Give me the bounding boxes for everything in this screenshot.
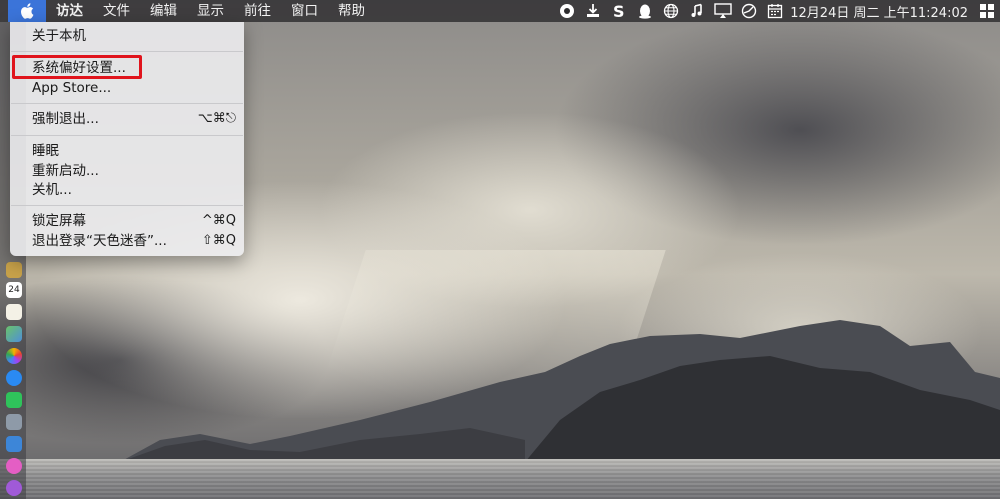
podcasts-icon[interactable] <box>6 480 22 496</box>
menu-bar: 访达 文件 编辑 显示 前往 窗口 帮助 S 12月24日 周二 上午11:24… <box>0 0 1000 22</box>
menu-items: 访达 文件 编辑 显示 前往 窗口 帮助 <box>46 0 375 22</box>
menu-finder[interactable]: 访达 <box>46 0 93 22</box>
menu-item-sleep[interactable]: 睡眠 <box>10 141 244 161</box>
menu-item-label: 退出登录“天色迷香”... <box>32 233 167 249</box>
menu-item-lock-screen[interactable]: 锁定屏幕 ^⌘Q <box>10 211 244 231</box>
notes-icon[interactable] <box>6 262 22 278</box>
menu-item-restart[interactable]: 重新启动... <box>10 161 244 181</box>
menu-item-shortcut: ^⌘Q <box>201 213 236 228</box>
sea <box>0 459 1000 499</box>
svg-text:S: S <box>613 3 625 19</box>
keynote-icon[interactable] <box>6 436 22 452</box>
photos-icon[interactable] <box>6 348 22 364</box>
globe-icon[interactable] <box>658 0 684 22</box>
baidu-netdisk-icon[interactable] <box>554 0 580 22</box>
calendar-icon[interactable] <box>762 0 788 22</box>
menu-separator <box>11 51 243 52</box>
menu-item-label: 关于本机 <box>32 28 86 44</box>
menu-item-force-quit[interactable]: 强制退出... ⌥⌘⎋ <box>10 109 244 129</box>
menu-item-label: 强制退出... <box>32 111 99 127</box>
reminders-icon[interactable] <box>6 304 22 320</box>
apple-menu-button[interactable] <box>8 0 46 22</box>
apple-logo-icon <box>21 3 34 19</box>
airplay-display-icon[interactable] <box>710 0 736 22</box>
itunes-icon[interactable] <box>6 458 22 474</box>
menu-file[interactable]: 文件 <box>93 0 140 22</box>
menu-item-log-out[interactable]: 退出登录“天色迷香”... ⇧⌘Q <box>10 231 244 251</box>
calendar-icon[interactable]: 24 <box>6 282 22 298</box>
menu-item-label: 重新启动... <box>32 163 99 179</box>
messages-icon[interactable] <box>6 370 22 386</box>
menu-clock[interactable]: 12月24日 周二 上午11:24:02 <box>788 2 974 21</box>
facetime-icon[interactable] <box>6 392 22 408</box>
menu-window[interactable]: 窗口 <box>281 0 328 22</box>
menu-item-about[interactable]: 关于本机 <box>10 26 244 46</box>
menu-item-shortcut: ⇧⌘Q <box>201 233 236 248</box>
calendar-day: 24 <box>8 285 20 295</box>
menu-item-shortcut: ⌥⌘⎋ <box>197 111 236 126</box>
highlight-annotation <box>12 55 142 79</box>
menu-separator <box>11 103 243 104</box>
menu-item-label: 锁定屏幕 <box>32 213 86 229</box>
maps-icon[interactable] <box>6 326 22 342</box>
menu-view[interactable]: 显示 <box>187 0 234 22</box>
menu-edit[interactable]: 编辑 <box>140 0 187 22</box>
system-prefs-icon[interactable] <box>6 414 22 430</box>
status-area: S 12月24日 周二 上午11:24:02 <box>554 0 1000 22</box>
menu-item-label: 睡眠 <box>32 143 59 159</box>
menu-item-app-store[interactable]: App Store... <box>10 78 244 98</box>
menu-separator <box>11 205 243 206</box>
download-tray-icon[interactable] <box>580 0 606 22</box>
qq-penguin-icon[interactable] <box>632 0 658 22</box>
menu-item-label: 关机... <box>32 182 72 198</box>
menu-go[interactable]: 前往 <box>234 0 281 22</box>
music-note-icon[interactable] <box>684 0 710 22</box>
menu-help[interactable]: 帮助 <box>328 0 375 22</box>
menu-separator <box>11 135 243 136</box>
s-app-icon[interactable]: S <box>606 0 632 22</box>
menu-item-shutdown[interactable]: 关机... <box>10 180 244 200</box>
menu-item-label: App Store... <box>32 80 112 96</box>
timemachine-icon[interactable] <box>736 0 762 22</box>
windows-logo-icon[interactable] <box>974 0 1000 22</box>
